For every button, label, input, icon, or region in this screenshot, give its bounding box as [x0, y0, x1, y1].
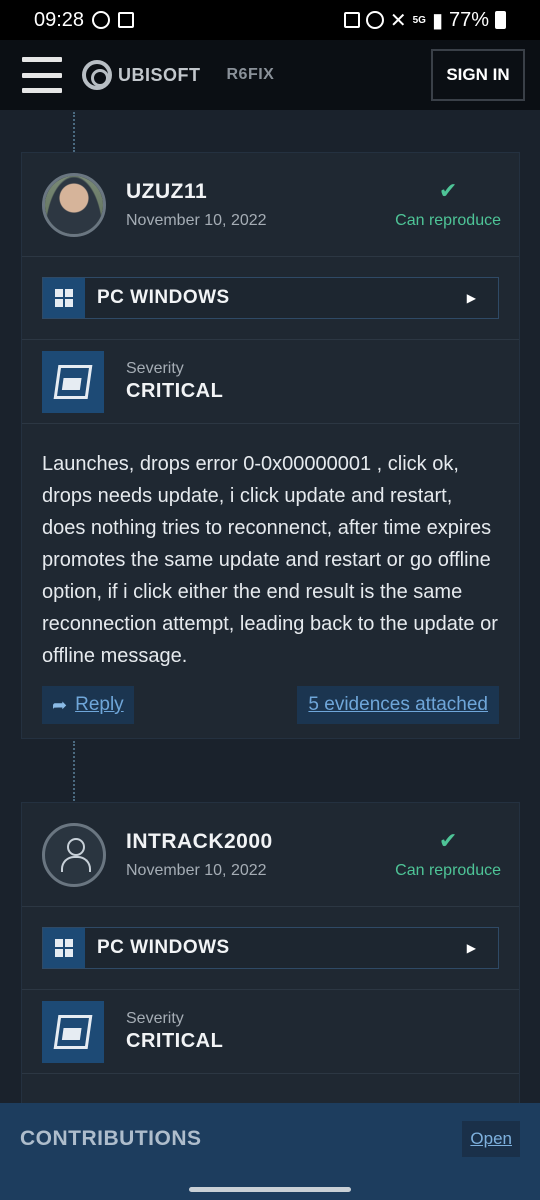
report-card: UZUZ11 November 10, 2022 ✔ Can reproduce…: [21, 152, 520, 739]
whatsapp-icon: [92, 11, 111, 29]
severity-block: Severity CRITICAL: [22, 990, 519, 1074]
share-arrow-icon: ➦: [52, 694, 68, 715]
windows-icon: [43, 928, 85, 968]
network-type: 5G: [412, 14, 426, 26]
severity-label: Severity: [126, 1010, 184, 1027]
status-time: 09:28: [34, 8, 85, 31]
severity-critical-icon: [42, 1000, 104, 1063]
signal-icon: ▮: [431, 9, 443, 32]
home-icon: [343, 12, 360, 28]
menu-icon[interactable]: [22, 57, 62, 93]
mute-icon: ✕: [389, 9, 407, 32]
avatar: [42, 172, 106, 237]
report-card-header: INTRACK2000 November 10, 2022 ✔ Can repr…: [22, 803, 519, 907]
battery-percent: 77%: [448, 8, 489, 31]
windows-icon: [43, 278, 85, 318]
ubisoft-logo[interactable]: UBISOFT: [82, 60, 201, 90]
contributions-title: CONTRIBUTIONS: [20, 1127, 202, 1150]
system-nav-bar: [0, 1175, 540, 1200]
gallery-icon: [118, 12, 135, 28]
reproduce-label: Can reproduce: [395, 861, 501, 879]
check-icon: ✔: [438, 827, 458, 853]
platform-selector[interactable]: PC WINDOWS ▶: [42, 927, 499, 969]
report-description: Launches, drops error 0-0x00000001 , cli…: [42, 453, 498, 667]
contributions-open-button[interactable]: Open: [462, 1121, 520, 1157]
reply-button[interactable]: ➦ Reply: [42, 686, 134, 724]
status-bar: 09:28 ✕ 5G ▮ 77%: [0, 0, 540, 40]
report-date: November 10, 2022: [126, 861, 267, 879]
evidence-link[interactable]: 5 evidences attached: [297, 686, 499, 724]
platform-label: PC WINDOWS: [97, 287, 230, 308]
home-gesture-pill[interactable]: [189, 1187, 351, 1192]
reproduce-label: Can reproduce: [395, 211, 501, 229]
timeline-connector: [73, 112, 75, 152]
ubisoft-swirl-icon: [82, 60, 112, 90]
site-header: UBISOFT R6FIX SIGN IN: [0, 40, 540, 110]
report-card: INTRACK2000 November 10, 2022 ✔ Can repr…: [21, 802, 520, 1122]
play-arrow-icon: ▶: [466, 291, 476, 305]
user-icon: [59, 837, 91, 872]
platform-label: PC WINDOWS: [97, 937, 230, 958]
check-icon: ✔: [438, 177, 458, 203]
timeline-connector: [73, 741, 75, 801]
severity-block: Severity CRITICAL: [22, 340, 519, 424]
reproduce-status: ✔ Can reproduce: [395, 177, 501, 230]
sign-in-button[interactable]: SIGN IN: [431, 49, 525, 101]
username[interactable]: UZUZ11: [126, 180, 267, 204]
section-link[interactable]: R6FIX: [227, 66, 275, 84]
severity-value: CRITICAL: [126, 380, 224, 402]
report-date: November 10, 2022: [126, 211, 267, 229]
report-card-header: UZUZ11 November 10, 2022 ✔ Can reproduce: [22, 153, 519, 257]
severity-value: CRITICAL: [126, 1030, 224, 1052]
alarm-icon: [365, 11, 384, 29]
default-avatar: [42, 822, 106, 887]
play-arrow-icon: ▶: [466, 941, 476, 955]
battery-icon: [495, 11, 506, 29]
severity-critical-icon: [42, 350, 104, 413]
brand-name: UBISOFT: [118, 64, 201, 85]
severity-label: Severity: [126, 360, 184, 377]
contributions-bar: CONTRIBUTIONS Open: [0, 1103, 540, 1175]
reply-label: Reply: [75, 694, 124, 715]
reproduce-status: ✔ Can reproduce: [395, 827, 501, 880]
username[interactable]: INTRACK2000: [126, 830, 273, 854]
platform-selector[interactable]: PC WINDOWS ▶: [42, 277, 499, 319]
